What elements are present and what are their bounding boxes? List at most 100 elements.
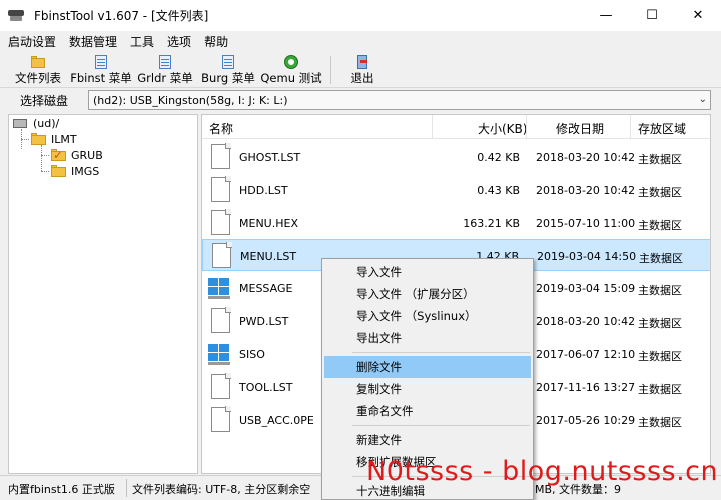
file-date: 2019-03-04 14:50 [537, 250, 637, 263]
file-date: 2017-05-26 10:29 [536, 414, 636, 427]
menu-boot-settings[interactable]: 启动设置 [8, 33, 56, 50]
menu-options[interactable]: 选项 [167, 33, 191, 50]
file-row[interactable]: HDD.LST 0.43 KB 2018-03-20 10:42 主数据区 [202, 174, 710, 206]
tree-node-imgs[interactable]: IMGS [51, 163, 99, 179]
file-date: 2019-03-04 15:09 [536, 282, 636, 295]
file-name: MESSAGE [239, 282, 293, 295]
window-title: FbinstTool v1.607 - [文件列表] [34, 9, 209, 23]
context-delete-file[interactable]: 删除文件 [324, 356, 531, 378]
tree-line [41, 145, 42, 171]
folder-icon [30, 55, 46, 68]
file-row[interactable]: MENU.HEX 163.21 KB 2015-07-10 11:00 主数据区 [202, 207, 710, 239]
exit-button[interactable]: 退出 [344, 54, 380, 86]
column-header-name[interactable]: 名称 [209, 120, 233, 137]
file-date: 2017-06-07 12:10 [536, 348, 636, 361]
column-separator[interactable] [432, 115, 433, 139]
chevron-down-icon[interactable]: ⌄ [699, 94, 707, 105]
document-icon [211, 143, 231, 169]
column-separator[interactable] [526, 115, 527, 139]
file-date: 2018-03-20 10:42 [536, 315, 636, 328]
burg-menu-button[interactable]: Burg 菜单 [199, 54, 257, 86]
document-icon [220, 55, 236, 69]
context-import-file-syslinux[interactable]: 导入文件 （Syslinux） [324, 305, 531, 327]
tree-line [21, 139, 29, 140]
file-name: GHOST.LST [239, 151, 301, 164]
file-date: 2018-03-20 10:42 [536, 151, 636, 164]
watermark-text: N0tssss - blog.nutssss.cn [366, 456, 719, 487]
context-import-file-extended[interactable]: 导入文件 （扩展分区） [324, 283, 531, 305]
menu-tools[interactable]: 工具 [130, 33, 154, 50]
tree-node-root-label: (ud)/ [33, 116, 60, 130]
context-rename-file[interactable]: 重命名文件 [324, 400, 531, 422]
file-name: MENU.HEX [239, 217, 298, 230]
minimize-button[interactable]: — [583, 0, 629, 31]
tree-line [41, 171, 49, 172]
qemu-test-button[interactable]: Qemu 测试 [260, 54, 322, 86]
exit-icon [354, 55, 370, 69]
file-zone: 主数据区 [638, 383, 682, 396]
disk-selected-value: (hd2): USB_Kingston(58g, I: J: K: L:) [93, 93, 288, 107]
menu-help[interactable]: 帮助 [204, 33, 228, 50]
qemu-icon [283, 55, 299, 69]
context-separator [352, 425, 530, 426]
folder-icon [51, 165, 67, 177]
status-encoding: 文件列表编码: UTF-8, 主分区剩余空 [132, 483, 311, 496]
context-new-file[interactable]: 新建文件 [324, 429, 531, 451]
file-name: PWD.LST [239, 315, 289, 328]
context-import-file[interactable]: 导入文件 [324, 261, 531, 283]
folder-check-icon: ✓ [51, 148, 67, 162]
drive-icon [8, 9, 24, 22]
file-row[interactable]: GHOST.LST 0.42 KB 2018-03-20 10:42 主数据区 [202, 141, 710, 173]
document-icon [211, 209, 231, 235]
tree-node-grub[interactable]: ✓ GRUB [51, 147, 103, 163]
qemu-test-label: Qemu 测试 [260, 71, 322, 85]
close-button[interactable]: ✕ [675, 0, 721, 31]
file-zone: 主数据区 [638, 350, 682, 363]
column-separator[interactable] [630, 115, 631, 139]
title-bar: FbinstTool v1.607 - [文件列表] — ☐ ✕ [0, 0, 721, 31]
status-separator [126, 479, 127, 497]
file-list-header: 名称 大小(KB) 修改日期 存放区域 [202, 115, 710, 139]
file-zone: 主数据区 [638, 284, 682, 297]
context-export-file[interactable]: 导出文件 [324, 327, 531, 349]
fbinst-menu-button[interactable]: Fbinst 菜单 [70, 54, 132, 86]
column-header-zone[interactable]: 存放区域 [638, 120, 686, 137]
exit-label: 退出 [350, 71, 374, 85]
disk-select-dropdown[interactable]: (hd2): USB_Kingston(58g, I: J: K: L:) ⌄ [88, 90, 711, 110]
status-version: 内置fbinst1.6 正式版 [8, 483, 115, 496]
disk-select-label: 选择磁盘 [19, 94, 68, 108]
file-list-button[interactable]: 文件列表 [12, 54, 64, 86]
fbinst-menu-label: Fbinst 菜单 [70, 71, 132, 85]
context-copy-file[interactable]: 复制文件 [324, 378, 531, 400]
menu-data-management[interactable]: 数据管理 [69, 33, 117, 50]
file-size: 163.21 KB [463, 217, 520, 230]
column-header-date[interactable]: 修改日期 [556, 120, 604, 137]
grldr-menu-label: Grldr 菜单 [137, 71, 193, 85]
tree-node-root[interactable]: (ud)/ [13, 115, 59, 131]
folder-icon [31, 133, 47, 145]
file-date: 2017-11-16 13:27 [536, 381, 636, 394]
toolbar-separator [330, 56, 331, 84]
file-zone: 主数据区 [638, 416, 682, 429]
file-date: 2018-03-20 10:42 [536, 184, 636, 197]
context-separator [352, 352, 530, 353]
file-zone: 主数据区 [638, 219, 682, 232]
tree-node-imgs-label: IMGS [71, 164, 100, 178]
tree-node-ilmt-label: ILMT [51, 132, 77, 146]
document-icon [93, 55, 109, 69]
file-name: HDD.LST [239, 184, 288, 197]
file-zone: 主数据区 [638, 317, 682, 330]
disk-select-row: 选择磁盘 (hd2): USB_Kingston(58g, I: J: K: L… [0, 89, 721, 112]
file-date: 2015-07-10 11:00 [536, 217, 636, 230]
maximize-button[interactable]: ☐ [629, 0, 675, 31]
file-zone: 主数据区 [638, 186, 682, 199]
grldr-menu-button[interactable]: Grldr 菜单 [136, 54, 194, 86]
document-icon [211, 307, 231, 333]
tree-node-ilmt[interactable]: ILMT [31, 131, 77, 147]
document-icon [211, 373, 231, 399]
drive-icon [13, 117, 29, 129]
column-header-size[interactable]: 大小(KB) [478, 120, 527, 137]
document-icon [211, 406, 231, 432]
file-list-label: 文件列表 [15, 71, 61, 85]
windows-icon [208, 278, 230, 299]
